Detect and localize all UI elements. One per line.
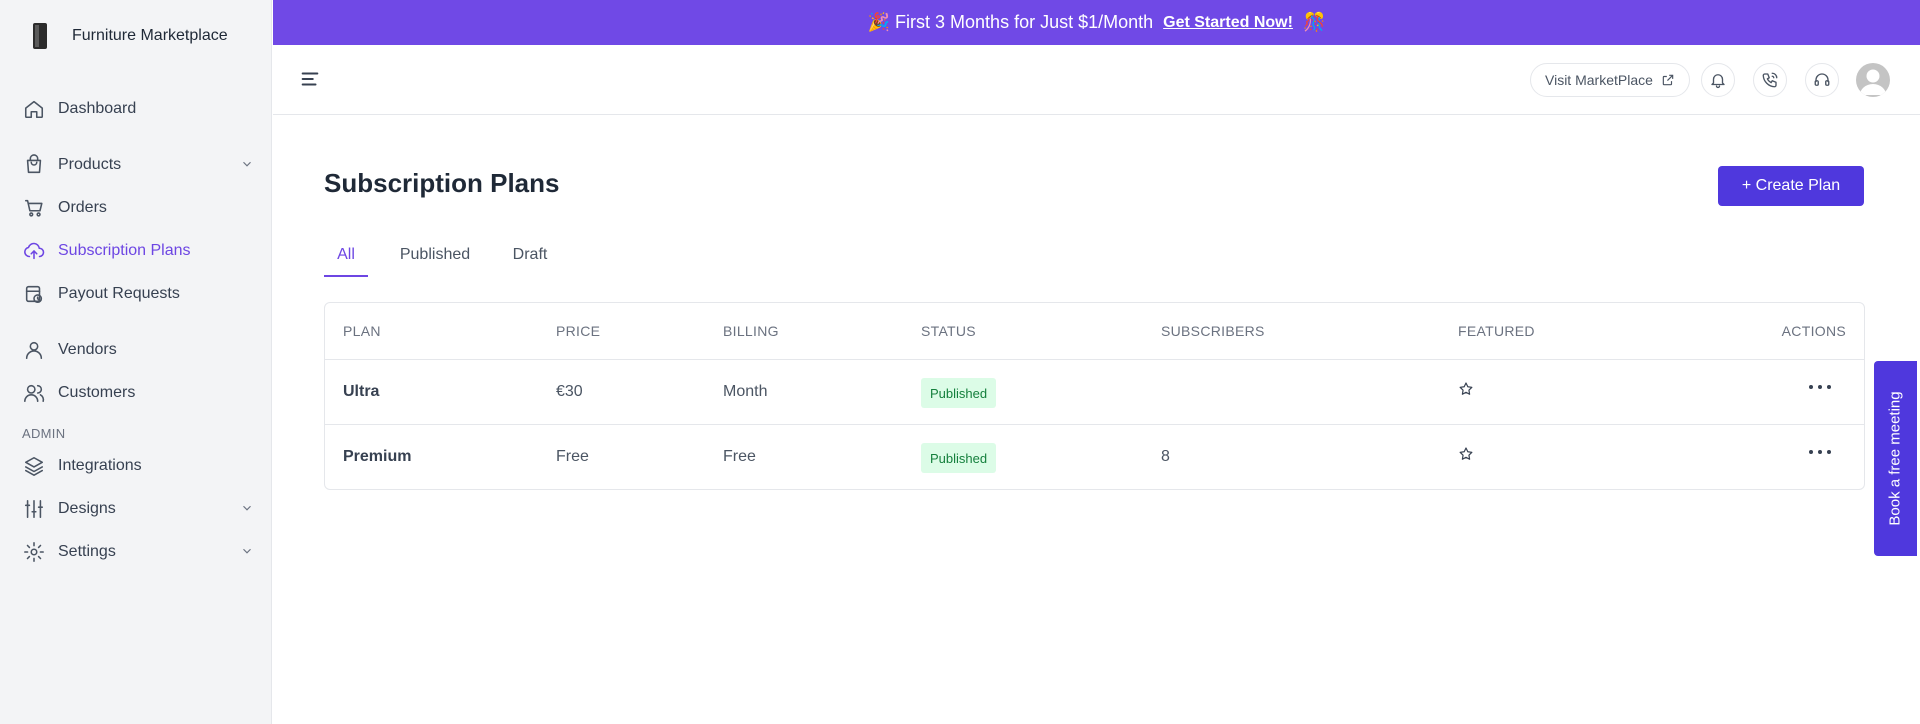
bag-icon xyxy=(22,153,46,177)
sidebar-item-integrations[interactable]: Integrations xyxy=(22,450,256,482)
visit-marketplace-button[interactable]: Visit MarketPlace xyxy=(1530,63,1690,97)
more-dot-icon xyxy=(1818,385,1822,389)
sidebar-item-products[interactable]: Products xyxy=(22,149,256,181)
tab-all[interactable]: All xyxy=(324,240,368,277)
sidebar-item-designs[interactable]: Designs xyxy=(22,493,256,525)
sidebar-item-label: Settings xyxy=(58,543,116,560)
avatar[interactable] xyxy=(1856,63,1890,97)
menu-icon xyxy=(301,72,319,86)
column-header-price: PRICE xyxy=(556,323,601,339)
support-button[interactable] xyxy=(1805,63,1839,97)
row-actions-button[interactable] xyxy=(1809,380,1831,394)
cloud-upload-icon xyxy=(22,239,46,263)
sidebar-item-label: Payout Requests xyxy=(58,285,180,302)
sidebar-item-label: Subscription Plans xyxy=(58,242,191,259)
column-header-subscribers: SUBSCRIBERS xyxy=(1161,323,1265,339)
featured-toggle[interactable] xyxy=(1458,446,1476,464)
column-header-featured: FEATURED xyxy=(1458,323,1535,339)
menu-toggle-button[interactable] xyxy=(299,68,323,92)
sidebar-item-label: Dashboard xyxy=(58,100,137,117)
column-header-billing: BILLING xyxy=(723,323,779,339)
chevron-down-icon[interactable] xyxy=(240,544,256,560)
table-header: PLAN PRICE BILLING STATUS SUBSCRIBERS FE… xyxy=(325,303,1864,360)
top-bar: Visit MarketPlace xyxy=(273,45,1920,115)
visit-marketplace-label: Visit MarketPlace xyxy=(1545,72,1653,88)
tab-published[interactable]: Published xyxy=(398,240,472,277)
plans-table: PLAN PRICE BILLING STATUS SUBSCRIBERS FE… xyxy=(324,302,1865,490)
plan-subscribers: 8 xyxy=(1161,448,1170,465)
sidebar-item-label: Products xyxy=(58,156,122,173)
sidebar-item-customers[interactable]: Customers xyxy=(22,377,256,409)
create-plan-button[interactable]: + Create Plan xyxy=(1718,166,1864,206)
external-link-icon xyxy=(1662,74,1674,86)
book-meeting-tab[interactable]: Book a free meeting xyxy=(1874,361,1917,556)
brand[interactable]: Furniture Marketplace xyxy=(22,14,228,58)
confetti-emoji: 🎊 xyxy=(1302,12,1326,32)
page-title: Subscription Plans xyxy=(324,168,560,198)
cart-icon xyxy=(22,196,46,220)
headset-icon xyxy=(1814,73,1830,86)
column-header-actions: ACTIONS xyxy=(1781,323,1846,339)
promo-text: 🎉 First 3 Months for Just $1/Month xyxy=(867,12,1154,32)
user-icon xyxy=(22,338,46,362)
sidebar: Furniture Marketplace Dashboard Products… xyxy=(0,0,272,724)
star-icon xyxy=(1459,447,1473,460)
more-dot-icon xyxy=(1818,450,1822,454)
sidebar-item-label: Vendors xyxy=(58,341,117,358)
book-meeting-label: Book a free meeting xyxy=(1887,391,1904,526)
status-badge: Published xyxy=(921,378,997,408)
featured-toggle[interactable] xyxy=(1458,381,1476,399)
plan-billing: Month xyxy=(723,383,768,400)
sidebar-item-orders[interactable]: Orders xyxy=(22,192,256,224)
sliders-icon xyxy=(22,497,46,521)
promo-banner: 🎉 First 3 Months for Just $1/Month Get S… xyxy=(273,0,1920,45)
phone-icon xyxy=(1762,72,1778,88)
plan-billing: Free xyxy=(723,448,756,465)
table-row[interactable]: Premium Free Free Published 8 xyxy=(325,425,1864,490)
users-icon xyxy=(22,381,46,405)
sidebar-item-payout-requests[interactable]: Payout Requests xyxy=(22,278,256,310)
more-dot-icon xyxy=(1809,385,1813,389)
plan-name[interactable]: Ultra xyxy=(343,383,379,401)
row-actions-button[interactable] xyxy=(1809,445,1831,459)
bell-icon xyxy=(1711,74,1725,89)
star-icon xyxy=(1459,382,1473,395)
chevron-down-icon[interactable] xyxy=(240,501,256,517)
sidebar-item-label: Designs xyxy=(58,500,116,517)
layers-icon xyxy=(22,454,46,478)
plan-price: Free xyxy=(556,448,589,465)
user-avatar-icon xyxy=(1860,69,1886,95)
sidebar-item-dashboard[interactable]: Dashboard xyxy=(22,93,256,125)
plan-price: €30 xyxy=(556,383,583,400)
notifications-button[interactable] xyxy=(1701,63,1735,97)
call-button[interactable] xyxy=(1753,63,1787,97)
status-badge: Published xyxy=(921,443,997,473)
column-header-status: STATUS xyxy=(921,323,976,339)
sidebar-item-label: Integrations xyxy=(58,457,142,474)
brand-logo-icon xyxy=(22,18,58,54)
get-started-link[interactable]: Get Started Now! xyxy=(1163,14,1293,32)
sidebar-item-vendors[interactable]: Vendors xyxy=(22,334,256,366)
table-row[interactable]: Ultra €30 Month Published xyxy=(325,360,1864,425)
plan-name[interactable]: Premium xyxy=(343,448,411,466)
gear-icon xyxy=(22,540,46,564)
sidebar-item-settings[interactable]: Settings xyxy=(22,536,256,568)
tab-draft[interactable]: Draft xyxy=(510,240,550,277)
more-dot-icon xyxy=(1827,385,1831,389)
sidebar-item-subscription-plans[interactable]: Subscription Plans xyxy=(22,235,256,267)
sidebar-section-admin: ADMIN xyxy=(22,426,66,441)
payout-icon xyxy=(22,282,46,306)
sidebar-item-label: Customers xyxy=(58,384,136,401)
brand-name: Furniture Marketplace xyxy=(72,27,228,44)
home-icon xyxy=(22,97,46,121)
column-header-plan: PLAN xyxy=(343,323,381,339)
sidebar-item-label: Orders xyxy=(58,199,107,216)
more-dot-icon xyxy=(1827,450,1831,454)
more-dot-icon xyxy=(1809,450,1813,454)
chevron-down-icon[interactable] xyxy=(240,157,256,173)
